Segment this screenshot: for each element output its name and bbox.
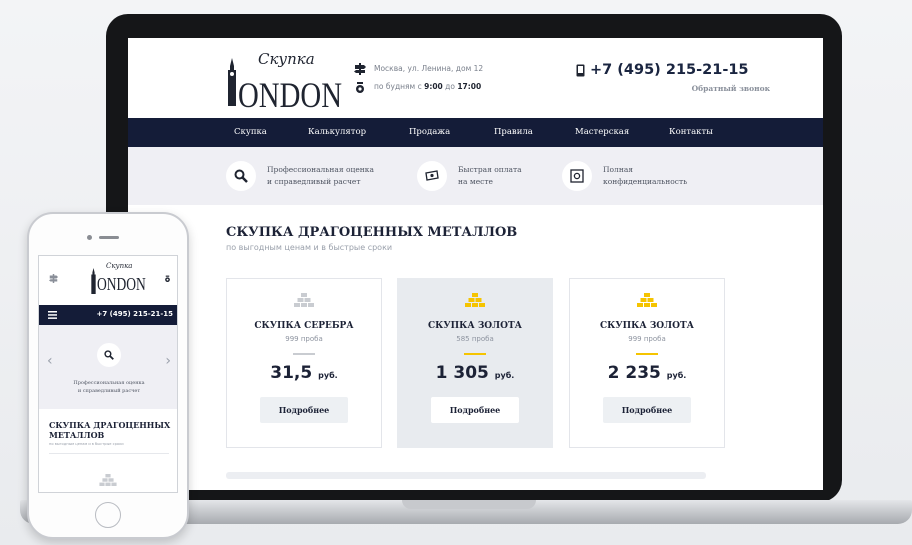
feature-privacy: Полная конфиденциальность [562,157,687,195]
search-icon [104,350,114,360]
mobile-phone-number[interactable]: +7 (495) 215-21-15 [96,310,173,318]
feature-evaluation: Профессиональная оценка и справедливый р… [226,157,374,195]
clock-icon[interactable] [164,274,171,283]
price-card-silver: СКУПКА СЕРЕБРА 999 проба 31,5 руб. Подро… [226,278,382,448]
phone-camera [87,235,92,240]
nav-item-buy[interactable]: Скупка [234,127,267,137]
site-logo[interactable]: Скупка ONDON [224,50,342,115]
mockup-stage: Скупка ONDON Москва, ул. Ленина, дом 12 … [0,0,912,545]
signpost-icon [354,63,366,75]
safe-icon [570,169,584,183]
card-price: 1 305 руб. [435,363,515,383]
working-hours: по будням с 9:00 до 17:00 [374,82,482,91]
nav-item-sale[interactable]: Продажа [409,127,450,137]
card-divider [293,353,315,355]
signpost-icon[interactable] [49,274,58,283]
menu-icon[interactable] [48,311,57,319]
price-card-gold-999: СКУПКА ЗОЛОТА 999 проба 2 235 руб. Подро… [569,278,725,448]
more-button[interactable]: Подробнее [431,397,519,423]
silver-bars-icon [294,293,314,307]
card-price: 31,5 руб. [270,363,338,383]
divider [49,453,169,454]
blurred-text [226,472,706,479]
contact-block: +7 (495) 215-21-15 Обратный звонок [576,62,776,93]
phone-speaker [99,236,119,239]
mobile-header: Скупка ONDON [39,256,177,305]
price-card-gold-585: СКУПКА ЗОЛОТА 585 проба 1 305 руб. Подро… [397,278,553,448]
phone-number[interactable]: +7 (495) 215-21-15 [576,62,776,78]
mobile-section-subtitle: по выгодным ценам и в быстрые сроки [49,442,124,446]
section-subtitle: по выгодным ценам и в быстрые сроки [226,243,393,252]
features-strip: Профессиональная оценка и справедливый р… [128,147,823,205]
search-icon [234,169,248,183]
silver-bars-icon [99,474,117,486]
chevron-left-icon[interactable]: ‹ [47,353,53,369]
mobile-section-title: СКУПКА ДРАГОЦЕННЫХ МЕТАЛЛОВ [49,420,171,440]
nav-item-contacts[interactable]: Контакты [669,127,713,137]
callback-link[interactable]: Обратный звонок [692,84,770,93]
gold-bars-icon [637,293,657,307]
phone-screen: Скупка ONDON +7 (495) 215-21-15 ‹ Профес… [38,255,178,493]
mobile-nav: +7 (495) 215-21-15 [39,305,177,325]
address-block: Москва, ул. Ленина, дом 12 по будням с 9… [354,60,484,96]
mobile-feature-slider: ‹ Профессиональная оценка и справедливый… [39,325,177,409]
section-title: СКУПКА ДРАГОЦЕННЫХ МЕТАЛЛОВ [226,225,518,240]
card-divider [636,353,658,355]
address-line: Москва, ул. Ленина, дом 12 [374,64,484,73]
laptop-screen: Скупка ONDON Москва, ул. Ленина, дом 12 … [128,38,823,490]
big-ben-icon [228,58,236,106]
card-divider [464,353,486,355]
phone-home-button [95,502,121,528]
mobile-logo[interactable]: Скупка ONDON [90,262,146,298]
card-price: 2 235 руб. [607,363,687,383]
nav-item-rules[interactable]: Правила [494,127,533,137]
gold-bars-icon [465,293,485,307]
phone-icon [576,64,585,77]
laptop-notch [402,500,536,509]
big-ben-icon [91,268,96,294]
nav-item-workshop[interactable]: Мастерская [575,127,629,137]
clock-icon [356,82,364,93]
nav-item-calculator[interactable]: Калькулятор [308,127,366,137]
logo-word: ONDON [238,75,342,115]
main-nav: Скупка Калькулятор Продажа Правила Масте… [128,118,823,147]
more-button[interactable]: Подробнее [260,397,348,423]
site-header: Скупка ONDON Москва, ул. Ленина, дом 12 … [128,38,823,118]
feature-payment: Быстрая оплата на месте [417,157,522,195]
chevron-right-icon[interactable]: › [165,353,171,369]
more-button[interactable]: Подробнее [603,397,691,423]
logo-script: Скупка [258,50,315,68]
cash-icon [425,170,439,181]
